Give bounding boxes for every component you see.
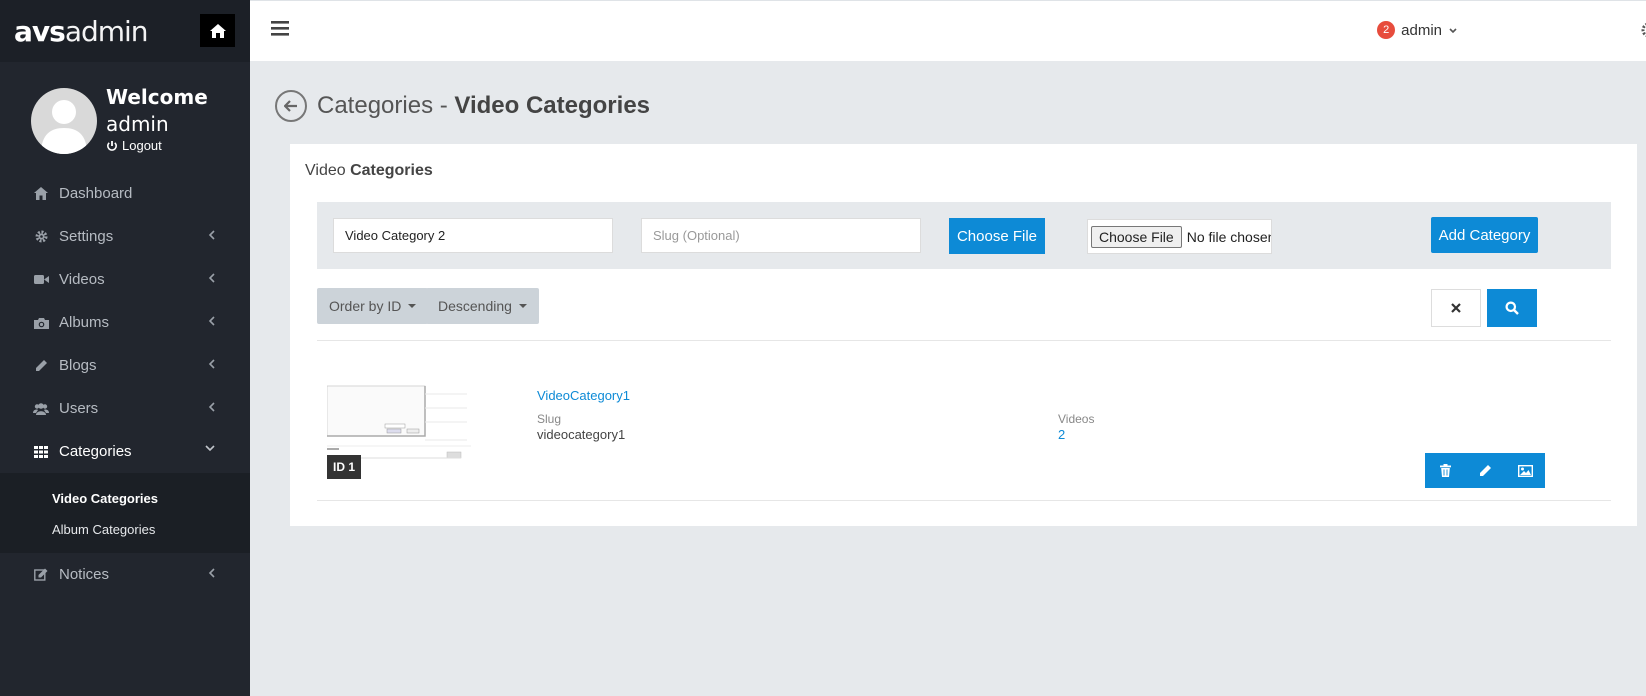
panel-title-light: Video [305, 162, 351, 179]
category-name-input[interactable]: Video Category 2 [333, 218, 613, 253]
sidebar-item-videos[interactable]: Videos [0, 258, 250, 301]
user-profile: Welcome admin Logout [0, 62, 250, 172]
edit-icon [33, 567, 49, 583]
sidebar-item-video-categories[interactable]: Video Categories [0, 483, 250, 514]
sidebar-item-users[interactable]: Users [0, 387, 250, 430]
sidebar-item-label: Blogs [59, 357, 97, 374]
slug-input[interactable]: Slug (Optional) [641, 218, 921, 253]
chevron-left-icon [208, 273, 215, 283]
video-camera-icon [33, 272, 49, 288]
sidebar-item-label: Settings [59, 228, 114, 245]
logout-label: Logout [122, 138, 162, 153]
slug-label: Slug [537, 412, 562, 426]
caret-down-icon [518, 304, 527, 308]
brand-bar: avsadmin [0, 0, 250, 62]
chevron-left-icon [208, 402, 215, 412]
close-icon [1451, 303, 1461, 313]
slug-value: videocategory1 [537, 427, 626, 442]
sidebar-item-categories[interactable]: Categories [0, 430, 250, 473]
chevron-left-icon [208, 316, 215, 326]
page-title-current: Video Categories [454, 92, 651, 119]
search-icon [1505, 301, 1519, 315]
add-category-button[interactable]: Add Category [1431, 217, 1538, 253]
sidebar-item-settings[interactable]: Settings [0, 215, 250, 258]
sort-direction-label: Descending [438, 298, 512, 314]
sidebar-nav: Dashboard Settings Videos Albums Blogs U… [0, 172, 250, 473]
native-file-button[interactable]: Choose File [1091, 225, 1182, 248]
user-menu[interactable]: 2 admin [1377, 21, 1458, 39]
chevron-down-icon [205, 445, 215, 452]
sidebar-item-notices[interactable]: Notices [0, 553, 250, 596]
sidebar-item-album-categories[interactable]: Album Categories [0, 514, 250, 545]
chevron-left-icon [208, 568, 215, 578]
chevron-left-icon [208, 230, 215, 240]
chevron-left-icon [208, 359, 215, 369]
divider [317, 340, 1611, 341]
camera-icon [33, 315, 49, 331]
welcome-line1: Welcome [106, 85, 208, 109]
panel-title: Video Categories [305, 162, 433, 180]
sidebar-item-label: Categories [59, 443, 132, 460]
page-title: Categories - Video Categories [275, 90, 650, 122]
panel-title-bold: Categories [350, 162, 433, 179]
page-title-section: Categories - [317, 92, 455, 119]
sidebar-nav-lower: Notices [0, 553, 250, 596]
categories-panel: Video Categories Video Category 2 Slug (… [290, 144, 1637, 526]
clear-filter-button[interactable] [1431, 289, 1481, 327]
order-by-label: Order by ID [329, 298, 402, 314]
add-category-form: Video Category 2 Slug (Optional) Choose … [317, 202, 1611, 269]
order-by-dropdown[interactable]: Order by ID [317, 288, 429, 324]
home-button[interactable] [200, 14, 235, 47]
home-icon [209, 23, 226, 38]
page-heading: Categories - Video Categories [317, 92, 650, 120]
choose-file-button[interactable]: Choose File [949, 218, 1045, 254]
sidebar-item-dashboard[interactable]: Dashboard [0, 172, 250, 215]
image-icon [1517, 464, 1533, 477]
sidebar-item-label: Users [59, 400, 99, 417]
sidebar-item-label: Notices [59, 566, 110, 583]
sidebar: avsadmin Welcome admin Logout Dashboard … [0, 0, 250, 696]
file-status: No file chosen [1186, 228, 1272, 245]
delete-button[interactable] [1425, 453, 1465, 488]
sort-direction-dropdown[interactable]: Descending [426, 288, 539, 324]
id-badge: ID 1 [327, 455, 362, 479]
power-icon [107, 140, 117, 151]
sidebar-item-albums[interactable]: Albums [0, 301, 250, 344]
avatar [31, 88, 97, 154]
sidebar-item-label: Videos [59, 271, 105, 288]
users-icon [33, 401, 49, 417]
sidebar-item-blogs[interactable]: Blogs [0, 344, 250, 387]
sidebar-item-label: Dashboard [59, 185, 133, 202]
back-button[interactable] [275, 90, 307, 122]
welcome-username: admin [106, 112, 169, 136]
videos-count-link[interactable]: 2 [1058, 427, 1065, 442]
edit-button[interactable] [1465, 453, 1505, 488]
file-input[interactable]: Choose File No file chosen [1087, 219, 1272, 254]
grid-icon [33, 444, 49, 460]
gear-icon [33, 229, 49, 245]
hamburger-menu-icon[interactable] [271, 20, 289, 36]
search-button[interactable] [1487, 289, 1537, 327]
arrow-left-icon [284, 100, 297, 112]
trash-icon [1439, 464, 1451, 477]
caret-down-icon [408, 304, 417, 308]
videos-label: Videos [1058, 412, 1095, 426]
categories-submenu: Video Categories Album Categories [0, 473, 250, 553]
top-navbar: 2 admin [250, 0, 1646, 61]
sidebar-item-label: Albums [59, 314, 110, 331]
category-name-link[interactable]: VideoCategory1 [537, 388, 630, 403]
chevron-down-icon [1449, 27, 1457, 33]
brand-logo[interactable]: avsadmin [14, 15, 149, 48]
user-menu-name: admin [1401, 21, 1442, 39]
welcome-text: Welcome admin [106, 84, 208, 138]
notification-badge: 2 [1377, 21, 1396, 39]
home-icon [33, 186, 49, 202]
gear-icon[interactable] [1640, 22, 1646, 38]
logout-link[interactable]: Logout [106, 138, 162, 153]
pencil-icon [1479, 465, 1491, 476]
change-image-button[interactable] [1505, 453, 1545, 488]
user-silhouette-icon [41, 100, 87, 154]
divider [317, 500, 1611, 501]
pencil-icon [33, 358, 49, 374]
